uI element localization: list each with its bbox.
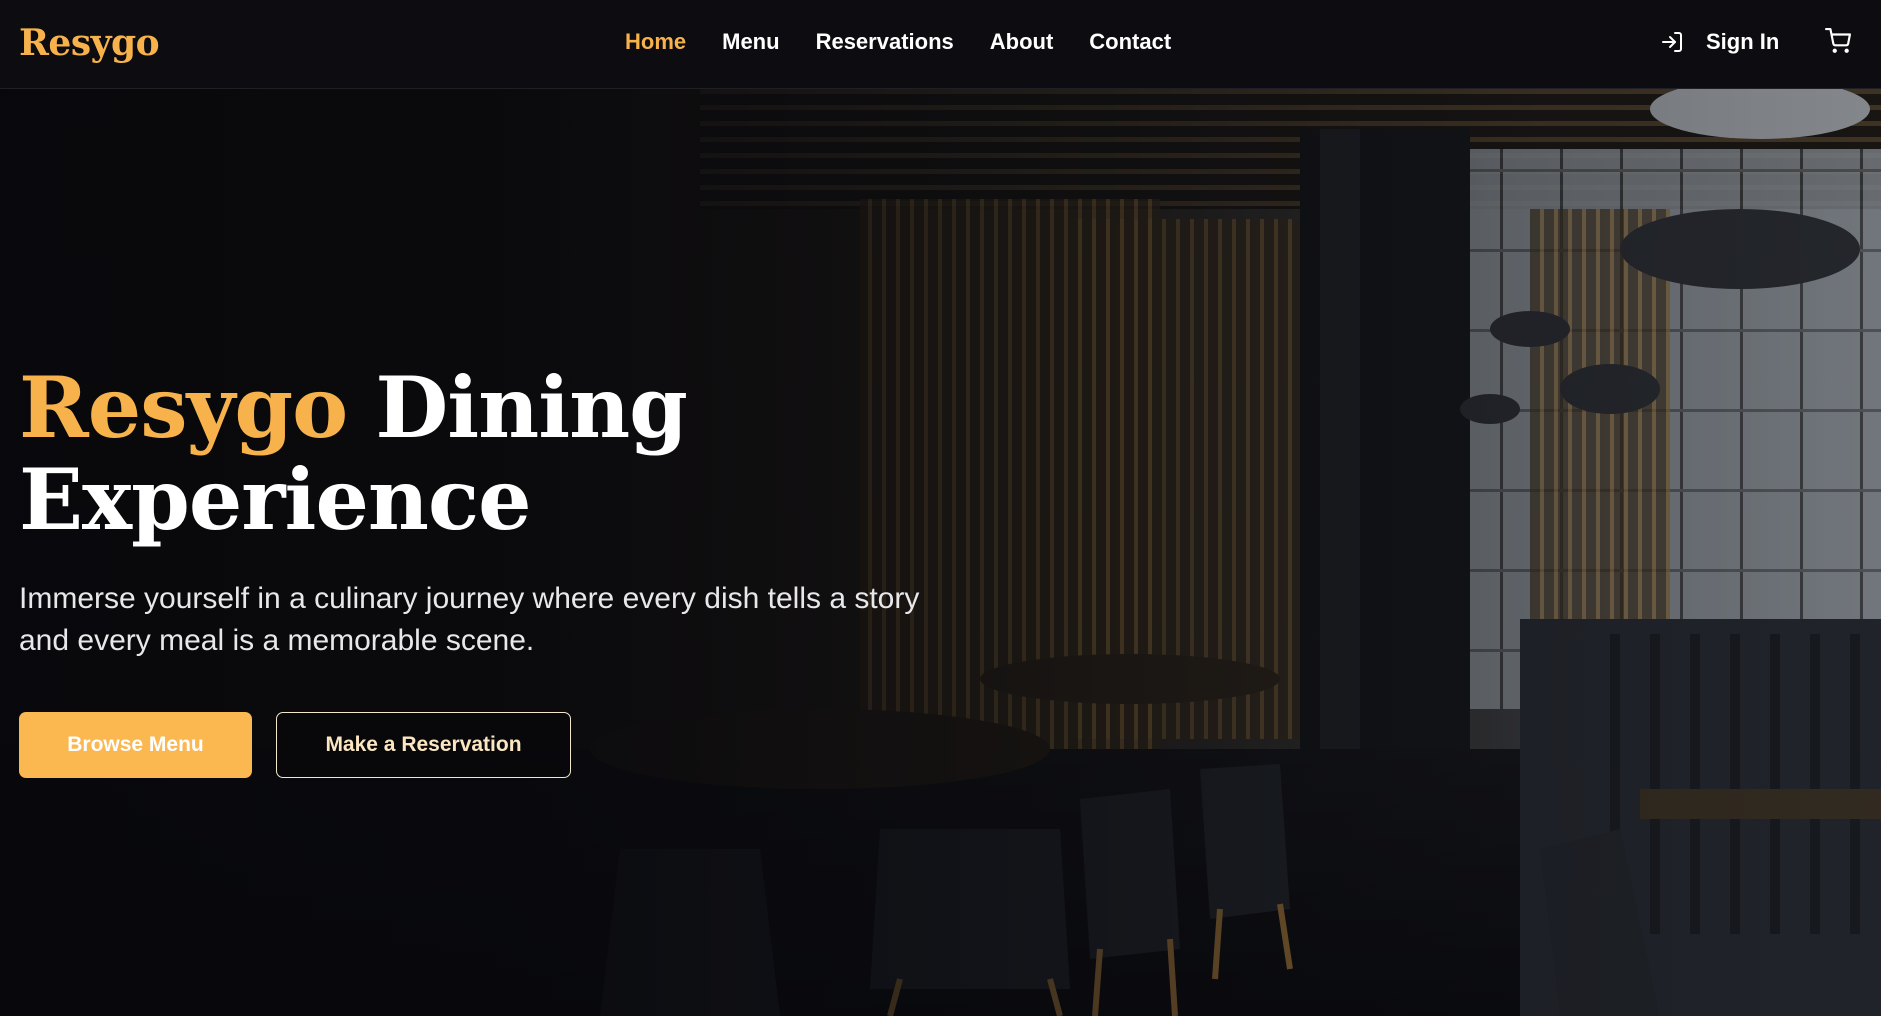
nav-item-home[interactable]: Home — [625, 29, 686, 55]
cart-button[interactable] — [1825, 28, 1851, 54]
landing-page: Resygo Home Menu Reservations About Cont… — [0, 0, 1881, 1016]
hero-subtitle: Immerse yourself in a culinary journey w… — [19, 578, 1029, 662]
browse-menu-button[interactable]: Browse Menu — [19, 712, 252, 778]
hero-subtitle-line2: and every meal is a memorable scene. — [19, 624, 535, 657]
nav-item-contact[interactable]: Contact — [1089, 29, 1171, 55]
sign-in-button[interactable]: Sign In — [1660, 22, 1779, 62]
hero-overlay — [0, 89, 1881, 1016]
hero-subtitle-line1: Immerse yourself in a culinary journey w… — [19, 582, 920, 615]
hero-title-line2: Experience — [19, 450, 532, 549]
sign-in-label: Sign In — [1706, 29, 1780, 54]
hero-title-rest: Dining — [375, 358, 688, 457]
make-reservation-button[interactable]: Make a Reservation — [276, 712, 571, 778]
hero-title-accent: Resygo — [19, 358, 348, 457]
nav-item-reservations[interactable]: Reservations — [816, 29, 954, 55]
cart-icon — [1825, 28, 1851, 53]
hero-title: Resygo Dining Experience — [19, 362, 688, 549]
main-nav: Home Menu Reservations About Contact — [625, 22, 1171, 62]
brand-logo[interactable]: Resygo — [19, 18, 160, 68]
nav-item-menu[interactable]: Menu — [722, 29, 779, 55]
top-navigation-bar: Resygo Home Menu Reservations About Cont… — [0, 0, 1881, 89]
nav-item-about[interactable]: About — [990, 29, 1054, 55]
login-icon — [1662, 32, 1682, 52]
hero-background-image — [0, 89, 1881, 1016]
